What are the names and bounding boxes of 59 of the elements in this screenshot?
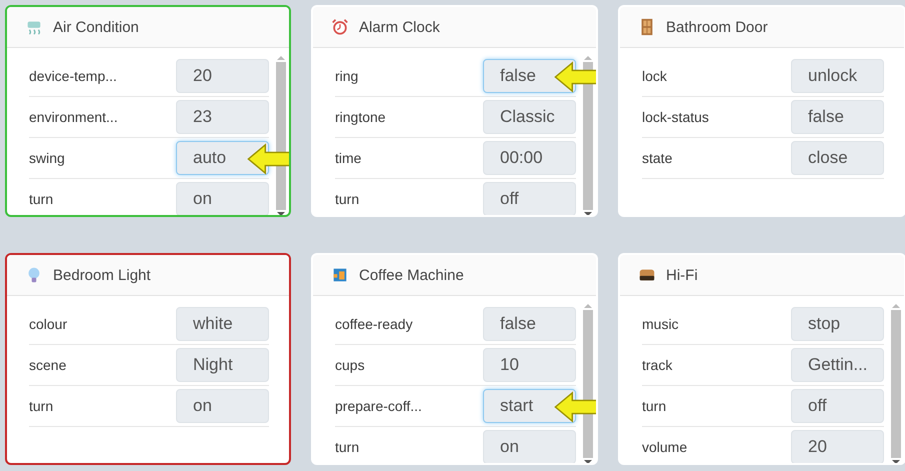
device-title: Bathroom Door [666, 18, 768, 36]
property-label: volume [642, 439, 688, 455]
property-label: swing [29, 150, 65, 166]
property-label: ring [335, 68, 358, 84]
property-label: time [335, 150, 362, 166]
pointer-arrow [553, 391, 596, 423]
scrollbar[interactable] [582, 304, 594, 463]
value-field[interactable]: off [791, 389, 884, 423]
scrollbar[interactable] [582, 56, 594, 215]
property-label: lock [642, 68, 667, 84]
property-label: environment... [29, 109, 118, 125]
property-label: device-temp... [29, 68, 117, 84]
property-label: turn [335, 439, 360, 455]
value-field[interactable]: 20 [791, 430, 884, 463]
property-label: prepare-coff... [335, 398, 422, 414]
value-field[interactable]: false [483, 59, 576, 93]
value-field[interactable]: false [483, 307, 576, 341]
value-field[interactable]: off [483, 182, 576, 215]
property-label: lock-status [642, 109, 709, 125]
property-label: track [642, 357, 672, 373]
property-label: scene [29, 357, 66, 373]
property-label: turn [642, 398, 666, 414]
value-field[interactable]: on [176, 182, 269, 215]
value-field[interactable]: start [483, 389, 576, 423]
value-field[interactable]: 00:00 [483, 141, 576, 175]
scrollbar[interactable] [890, 304, 902, 463]
property-label: cups [335, 357, 365, 373]
property-label: ringtone [335, 109, 386, 125]
value-field[interactable]: stop [791, 307, 884, 341]
value-field[interactable]: Classic [483, 100, 576, 134]
coffee-machine-icon [331, 266, 349, 284]
property-label: turn [29, 191, 54, 207]
value-field[interactable]: false [791, 100, 884, 134]
property-label: music [642, 316, 679, 332]
device-title: Hi-Fi [666, 266, 698, 284]
value-field[interactable]: on [483, 430, 576, 463]
property-label: colour [29, 316, 68, 332]
value-field[interactable]: white [176, 307, 269, 341]
value-field[interactable]: 10 [483, 348, 576, 382]
device-title: Alarm Clock [359, 18, 440, 36]
value-field[interactable]: close [791, 141, 884, 175]
device-title: Bedroom Light [53, 266, 151, 284]
scrollbar[interactable] [275, 56, 287, 215]
property-label: turn [29, 398, 54, 414]
value-field[interactable]: 20 [176, 59, 269, 93]
value-field[interactable]: auto [176, 141, 269, 175]
value-field[interactable]: 23 [176, 100, 269, 134]
property-label: turn [335, 191, 360, 207]
alarm-clock-icon [331, 18, 349, 36]
value-field[interactable]: Night [176, 348, 269, 382]
value-field[interactable]: Gettin... [791, 348, 884, 382]
device-title: Air Condition [53, 18, 139, 36]
device-title: Coffee Machine [359, 266, 464, 284]
value-field[interactable]: on [176, 389, 269, 423]
pointer-arrow [553, 61, 596, 93]
pointer-arrow [246, 143, 289, 175]
property-label: state [642, 150, 672, 166]
value-field[interactable]: unlock [791, 59, 884, 93]
property-label: coffee-ready [335, 316, 413, 332]
